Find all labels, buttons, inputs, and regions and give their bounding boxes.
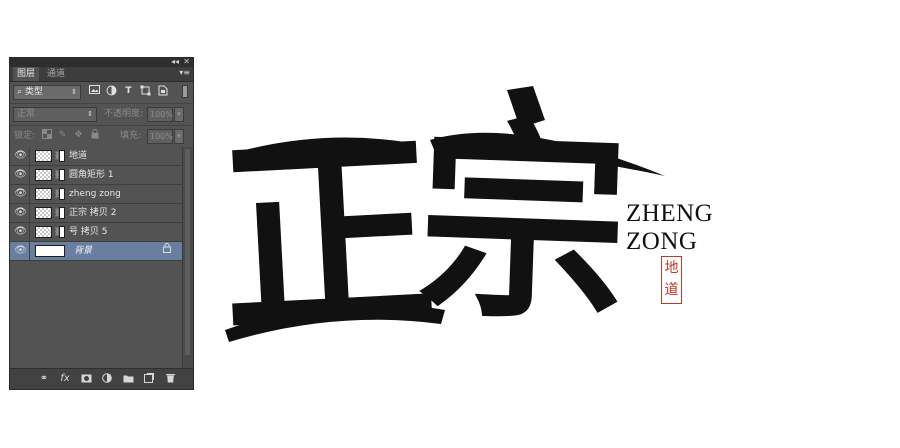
layer-row[interactable]: 👁 ⛓ 圆角矩形 1: [10, 166, 183, 185]
latin-line-1: ZHENG: [626, 200, 714, 227]
eye-icon[interactable]: 👁: [12, 166, 30, 184]
lock-brush-icon[interactable]: ✎: [56, 129, 69, 142]
panel-title-strip: ◂◂ ✕: [10, 57, 193, 67]
blend-mode-select[interactable]: 正常 ⇕: [13, 107, 97, 122]
layers-panel: ◂◂ ✕ 图层 通道 ▾≡ ⌕ 类型 ⇕ T 正常 ⇕ 不透明度: 100% ▾…: [9, 57, 194, 390]
layer-row[interactable]: 👁 ⛓ zheng zong: [10, 185, 183, 204]
filter-row: ⌕ 类型 ⇕ T: [10, 82, 193, 104]
scrollbar-thumb[interactable]: [185, 149, 190, 355]
blend-row: 正常 ⇕ 不透明度: 100% ▾: [10, 104, 193, 126]
fx-icon[interactable]: fx: [56, 369, 74, 389]
filter-toggle[interactable]: [182, 85, 188, 98]
fill-label: 填充:: [120, 131, 142, 141]
lock-label: 锁定:: [14, 131, 36, 141]
layer-row[interactable]: 👁 ⛓ 号 拷贝 5: [10, 223, 183, 242]
layer-name: 圆角矩形 1: [69, 170, 114, 180]
seal-char: 道: [664, 282, 679, 298]
layer-list: 👁 ⛓ 地道 👁 ⛓ 圆角矩形 1 👁 ⛓ zheng zong 👁 ⛓ 正宗 …: [10, 147, 183, 261]
layer-name: 地道: [69, 151, 88, 161]
eye-icon[interactable]: 👁: [12, 223, 30, 241]
latin-line-2: ZONG: [626, 228, 698, 255]
lock-transparent-icon[interactable]: [40, 129, 53, 142]
collapse-icon[interactable]: ◂◂: [171, 57, 179, 66]
lock-all-icon[interactable]: [88, 129, 101, 142]
lock-icon: [163, 242, 171, 260]
layer-list-scrollbar[interactable]: [182, 147, 193, 369]
tab-layers[interactable]: 图层: [13, 67, 40, 81]
blend-mode-label: 正常: [17, 109, 36, 119]
brush-strokes: [225, 86, 665, 342]
panel-menu-icon[interactable]: ▾≡: [179, 68, 190, 77]
red-seal-stamp: 地 道: [661, 256, 682, 304]
eye-icon[interactable]: 👁: [12, 242, 30, 260]
opacity-dropdown-icon[interactable]: ▾: [174, 107, 184, 122]
tab-channels[interactable]: 通道: [43, 67, 69, 81]
panel-bottom-toolbar: ⚭ fx: [10, 368, 193, 389]
layer-thumbnail: [35, 226, 52, 238]
search-icon: ⌕: [17, 87, 23, 97]
layer-name: 正宗 拷贝 2: [69, 208, 117, 218]
layer-thumbnail: [35, 207, 52, 219]
eye-icon[interactable]: 👁: [12, 185, 30, 203]
adjustment-icon[interactable]: [98, 369, 116, 389]
layer-thumbnail: [35, 188, 52, 200]
layer-mask-thumbnail: [59, 150, 65, 162]
eye-icon[interactable]: 👁: [12, 204, 30, 222]
chevron-updown-icon: ⇕: [71, 88, 77, 96]
layer-thumbnail: [35, 150, 52, 162]
shape-filter-icon[interactable]: [139, 85, 152, 98]
folder-icon[interactable]: [119, 369, 137, 389]
lock-move-icon[interactable]: ✥: [72, 129, 85, 142]
layer-row-background[interactable]: 👁 背景: [10, 242, 183, 261]
chevron-updown-icon: ⇕: [87, 110, 93, 118]
fill-input[interactable]: 100%: [147, 129, 173, 144]
layer-thumbnail: [35, 169, 52, 181]
smart-object-filter-icon[interactable]: [156, 85, 169, 98]
layer-row[interactable]: 👁 ⛓ 正宗 拷贝 2: [10, 204, 183, 223]
layer-row[interactable]: 👁 ⛓ 地道: [10, 147, 183, 166]
lock-row: 锁定: ✎ ✥ 填充: 100% ▾: [10, 126, 193, 148]
image-filter-icon[interactable]: [88, 85, 101, 98]
layer-mask-thumbnail: [59, 226, 65, 238]
new-layer-icon[interactable]: [140, 369, 158, 389]
layer-mask-thumbnail: [59, 207, 65, 219]
mask-icon[interactable]: [77, 369, 95, 389]
fill-dropdown-icon[interactable]: ▾: [174, 129, 184, 144]
type-filter-icon[interactable]: T: [122, 85, 135, 98]
seal-char: 地: [664, 260, 679, 276]
layer-name: 号 拷贝 5: [69, 227, 108, 237]
layer-name: zheng zong: [69, 189, 121, 199]
layer-mask-thumbnail: [59, 188, 65, 200]
latin-title: ZHENG ZONG: [626, 200, 713, 256]
link-icon[interactable]: ⚭: [35, 369, 53, 389]
layer-mask-thumbnail: [59, 169, 65, 181]
layer-thumbnail: [35, 245, 65, 257]
eye-icon[interactable]: 👁: [12, 147, 30, 165]
adjustment-filter-icon[interactable]: [105, 85, 118, 98]
layer-name: 背景: [74, 246, 93, 256]
close-panel-icon[interactable]: ✕: [183, 57, 190, 66]
filter-kind-select[interactable]: ⌕ 类型 ⇕: [13, 85, 81, 100]
calligraphy-artwork: 正 宗: [215, 80, 675, 370]
filter-kind-label: 类型: [24, 87, 43, 97]
opacity-input[interactable]: 100%: [147, 107, 173, 122]
trash-icon[interactable]: [161, 369, 179, 389]
opacity-label: 不透明度:: [104, 109, 144, 119]
panel-tab-bar: 图层 通道 ▾≡: [10, 67, 193, 82]
